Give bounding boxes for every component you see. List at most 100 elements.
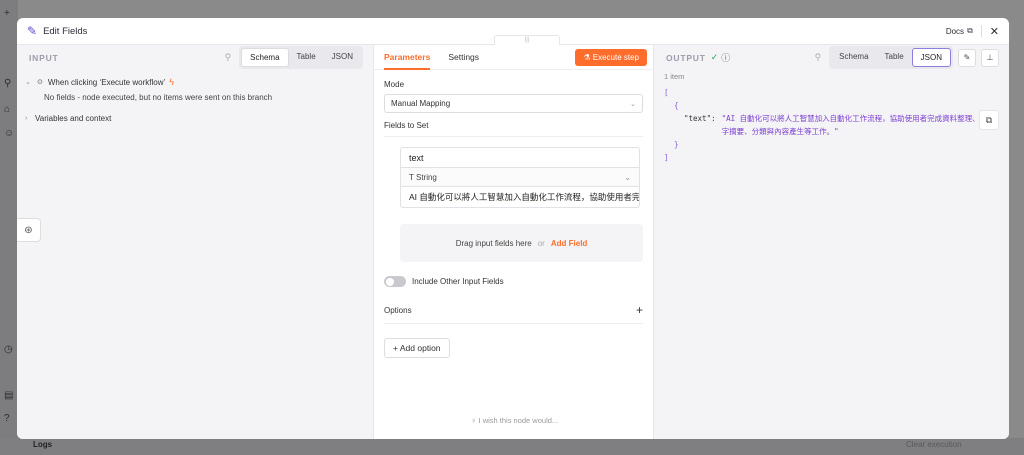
docs-link[interactable]: Docs xyxy=(946,27,964,36)
background-logs-bar xyxy=(0,438,1024,455)
params-body: Mode Manual Mapping ⌄ Fields to Set text… xyxy=(374,70,653,358)
no-fields-message: No fields - node executed, but no items … xyxy=(44,93,273,102)
output-panel-title: OUTPUT xyxy=(666,52,706,63)
search-icon[interactable]: ⚲ xyxy=(225,52,232,63)
user-icon: ☺ xyxy=(4,128,15,139)
history-icon: ◷ xyxy=(4,344,13,355)
json-key: "text": xyxy=(684,114,716,123)
divider xyxy=(980,25,982,37)
variables-label: Variables and context xyxy=(35,113,112,123)
modal-title: Edit Fields xyxy=(43,25,88,37)
output-panel: OUTPUT ✓ ⓘ ⚲ Schema Table JSON ✎ ⊥ 1 ite… xyxy=(654,45,1009,439)
trigger-label: When clicking ‘Execute workflow’ xyxy=(47,77,166,87)
copy-icon: ⧉ xyxy=(985,114,993,125)
flask-icon: ⚗ xyxy=(583,53,591,62)
include-other-row: Include Other Input Fields xyxy=(384,276,643,287)
external-link-icon[interactable]: ⧉ xyxy=(967,26,973,36)
params-tabs: Parameters Settings ⚗ Execute step xyxy=(374,45,653,70)
input-panel: INPUT ⚲ Schema Table JSON ⌄ ⊙ When click… xyxy=(17,45,373,439)
field-value-input[interactable]: AI 自動化可以將人工智慧加入自動化工作流程，協助使用者完成資料整理、文字摘要、… xyxy=(401,187,639,207)
input-view-switch: Schema Table JSON xyxy=(239,46,363,69)
edit-output-button[interactable]: ✎ xyxy=(958,48,976,67)
share-icon: ⚲ xyxy=(4,78,12,89)
include-other-label: Include Other Input Fields xyxy=(412,277,504,286)
plus-icon: + xyxy=(393,343,398,353)
json-open-bracket: [ xyxy=(664,88,669,97)
bolt-icon: ϟ xyxy=(169,77,175,87)
mode-label: Mode xyxy=(384,80,405,89)
field-assignment: text T String ⌄ AI 自動化可以將人工智慧加入自動化工作流程，協… xyxy=(400,147,640,208)
options-label: Options xyxy=(384,305,412,315)
chevron-down-icon[interactable]: ⌄ xyxy=(25,78,35,86)
stats-icon: ▤ xyxy=(4,390,14,401)
wish-text: I wish this node would... xyxy=(478,416,559,425)
close-button[interactable]: ✕ xyxy=(990,25,999,38)
tab-settings[interactable]: Settings xyxy=(448,45,479,70)
chevron-right-icon[interactable]: › xyxy=(25,115,35,122)
add-field-button[interactable]: Add Field xyxy=(551,239,587,248)
tab-table[interactable]: Table xyxy=(877,48,912,67)
add-option-label: Add option xyxy=(399,343,441,353)
item-count: 1 item xyxy=(664,72,685,81)
search-icon[interactable]: ⚲ xyxy=(815,52,822,63)
home-icon: ⌂ xyxy=(4,104,11,115)
execute-step-label: Execute step xyxy=(592,53,639,62)
tab-json[interactable]: JSON xyxy=(324,48,361,67)
clear-execution-label[interactable]: Clear execution xyxy=(906,440,962,449)
chevron-down-icon: ⌄ xyxy=(624,172,631,182)
drop-zone[interactable]: Drag input fields here or Add Field xyxy=(400,224,643,262)
trigger-node-row[interactable]: ⌄ ⊙ When clicking ‘Execute workflow’ ϟ xyxy=(17,74,373,90)
execute-step-button[interactable]: ⚗ Execute step xyxy=(575,49,647,66)
cursor-click-icon: ⊙ xyxy=(37,79,43,86)
fields-to-set-label: Fields to Set xyxy=(384,121,429,130)
info-icon[interactable]: ⓘ xyxy=(721,51,730,64)
copy-button[interactable]: ⧉ xyxy=(979,110,999,130)
plus-icon[interactable]: + xyxy=(636,303,643,317)
logs-label[interactable]: Logs xyxy=(33,440,52,449)
drop-zone-or: or xyxy=(537,238,545,248)
field-name-input[interactable]: text xyxy=(401,148,639,168)
include-other-toggle[interactable] xyxy=(384,276,406,287)
divider xyxy=(384,136,643,137)
options-row: Options + xyxy=(384,303,643,317)
drag-handle[interactable]: ||| xyxy=(494,35,560,45)
tab-table[interactable]: Table xyxy=(289,48,324,67)
side-node-icon[interactable]: ⊛ xyxy=(17,218,41,242)
check-circle-icon: ✓ xyxy=(710,52,719,62)
text-type-icon: T xyxy=(409,172,414,182)
chevron-down-icon: ⌄ xyxy=(630,100,636,108)
json-output: [ { "text": "AI 自動化可以將人工智慧加入自動化工作流程，協助使用… xyxy=(654,83,1009,167)
tab-json[interactable]: JSON xyxy=(911,48,951,67)
input-panel-header: INPUT ⚲ Schema Table JSON xyxy=(17,45,373,70)
json-open-brace: { xyxy=(674,101,679,110)
tab-schema[interactable]: Schema xyxy=(241,48,289,67)
add-option-button[interactable]: + Add option xyxy=(384,338,450,358)
json-value: "AI 自動化可以將人工智慧加入自動化工作流程，協助使用者完成資料整理、文字摘要… xyxy=(721,114,988,136)
output-panel-header: OUTPUT ✓ ⓘ ⚲ Schema Table JSON ✎ ⊥ xyxy=(654,45,1009,70)
pin-button[interactable]: ⊥ xyxy=(981,48,999,67)
plus-icon: + xyxy=(4,8,10,19)
pencil-icon: ✎ xyxy=(963,53,971,62)
mode-select[interactable]: Manual Mapping ⌄ xyxy=(384,94,643,113)
tab-schema[interactable]: Schema xyxy=(831,48,876,67)
help-icon: ? xyxy=(4,413,10,424)
background-sidebar: + ⚲ ⌂ ☺ ◷ ▤ ? xyxy=(0,0,18,455)
output-view-switch: Schema Table JSON xyxy=(829,46,953,69)
json-close-brace: } xyxy=(674,140,679,149)
field-type-value: String xyxy=(415,172,437,182)
json-entry: "text": "AI 自動化可以將人工智慧加入自動化工作流程，協助使用者完成資… xyxy=(664,112,994,138)
feedback-link[interactable]: ♀ I wish this node would... xyxy=(374,416,655,425)
divider xyxy=(384,323,643,324)
mode-value: Manual Mapping xyxy=(391,99,451,108)
variables-row[interactable]: › Variables and context xyxy=(17,110,373,126)
edit-fields-modal: ✎ Edit Fields Docs ⧉ ✕ ||| INPUT ⚲ Schem… xyxy=(17,18,1009,439)
parameters-panel: Parameters Settings ⚗ Execute step Mode … xyxy=(373,45,654,439)
input-panel-title: INPUT xyxy=(29,52,59,63)
edit-icon: ✎ xyxy=(27,24,38,38)
json-close-bracket: ] xyxy=(664,153,669,162)
field-type-select[interactable]: T String ⌄ xyxy=(401,168,639,187)
pin-icon: ⊥ xyxy=(986,53,994,62)
lightbulb-icon: ♀ xyxy=(470,416,477,425)
drop-zone-text: Drag input fields here xyxy=(455,238,532,248)
tab-parameters[interactable]: Parameters xyxy=(384,45,431,70)
